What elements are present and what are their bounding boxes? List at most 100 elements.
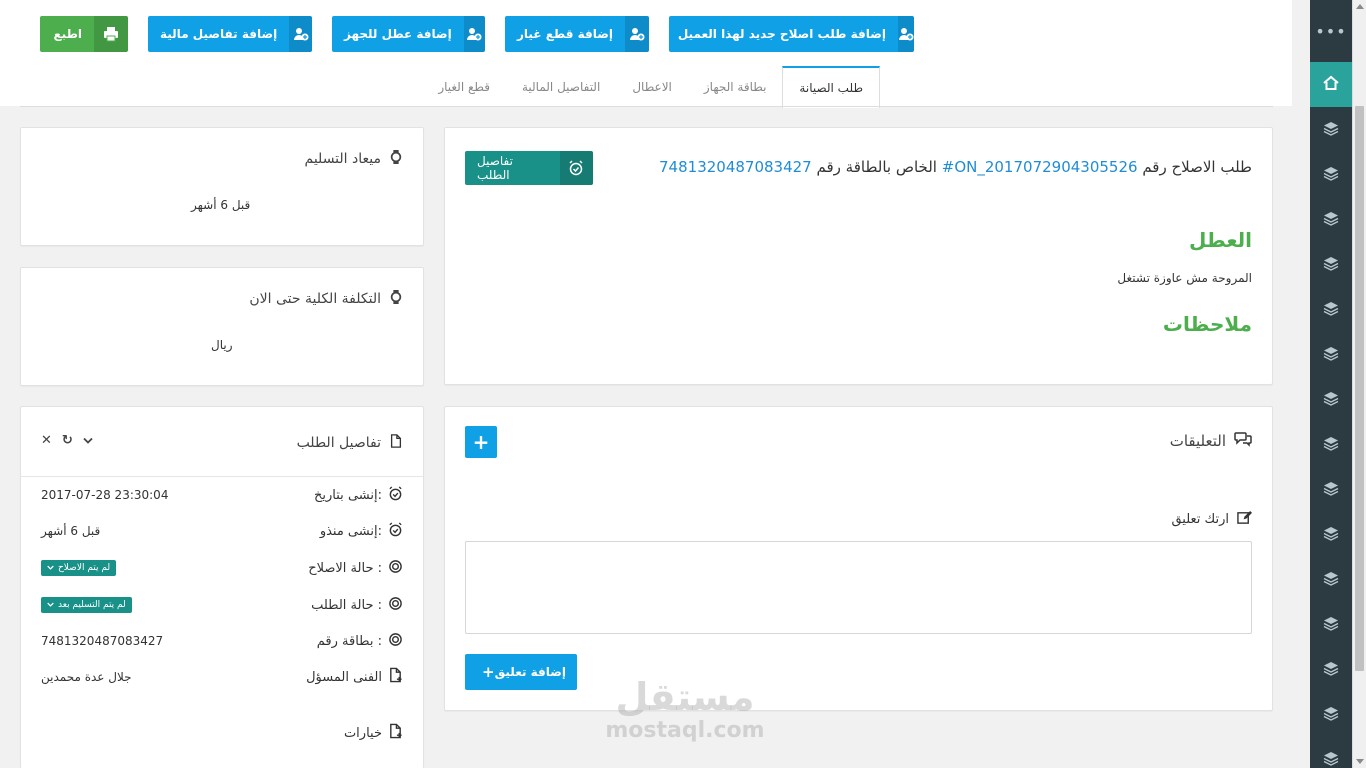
tab-divider bbox=[20, 106, 1273, 107]
tab-financial-details[interactable]: التفاصيل المالية bbox=[506, 66, 616, 107]
add-user-icon bbox=[898, 16, 914, 52]
comments-icon bbox=[1234, 431, 1252, 450]
options-label[interactable]: خيارات bbox=[344, 726, 382, 741]
tab-bar: طلب الصيانة بطاقة الجهاز الاعطال التفاصي… bbox=[422, 66, 880, 108]
sidebar-item-5[interactable] bbox=[1310, 287, 1352, 332]
add-financial-details-label: إضافة تفاصيل مالية bbox=[160, 27, 278, 41]
sidebar-item-15[interactable] bbox=[1310, 737, 1352, 768]
request-details-button[interactable]: تفاصيل الطلب bbox=[465, 151, 593, 185]
order-status-label: حالة الطلب : bbox=[311, 597, 382, 613]
delivery-header: ميعاد التسليم bbox=[305, 150, 403, 167]
request-number-link[interactable]: #ON_2017072904305526 bbox=[942, 158, 1138, 176]
repair-status-dropdown[interactable]: لم يتم الاصلاح bbox=[41, 560, 117, 576]
sidebar-item-2[interactable] bbox=[1310, 152, 1352, 197]
layers-icon bbox=[1323, 165, 1339, 184]
scroll-down-arrow[interactable] bbox=[1356, 759, 1364, 764]
sidebar-item-4[interactable] bbox=[1310, 242, 1352, 287]
add-comment-plus-button[interactable]: + bbox=[465, 426, 497, 458]
leave-comment-label: ارتك تعليق bbox=[1171, 511, 1229, 527]
created-date-label: إنشى بتاريخ: bbox=[314, 487, 382, 503]
add-user-icon bbox=[624, 16, 649, 52]
layers-icon bbox=[1323, 255, 1339, 274]
layers-icon bbox=[1323, 705, 1339, 724]
alarm-clock-icon bbox=[559, 151, 593, 185]
leave-comment-header: ارتك تعليق bbox=[1171, 510, 1252, 528]
chevron-down-icon[interactable] bbox=[83, 433, 93, 448]
total-cost-header: التكلفة الكلية حتى الان bbox=[249, 290, 403, 307]
layers-icon bbox=[1323, 300, 1339, 319]
scrollbar[interactable] bbox=[1352, 0, 1366, 768]
top-toolbar: إضافة طلب اصلاح جديد لهذا العميل إضافة ق… bbox=[0, 0, 1292, 108]
scroll-thumb[interactable] bbox=[1355, 106, 1364, 671]
layers-icon bbox=[1323, 435, 1339, 454]
sidebar-item-3[interactable] bbox=[1310, 197, 1352, 242]
file-plus-icon bbox=[388, 667, 403, 687]
document-icon bbox=[389, 433, 403, 452]
close-icon[interactable]: ✕ bbox=[41, 433, 52, 448]
card-number-value-link[interactable]: 7481320487083427 bbox=[41, 634, 163, 648]
add-device-fault-button[interactable]: إضافة عطل للجهز bbox=[332, 16, 485, 52]
layers-icon bbox=[1323, 120, 1339, 139]
detail-row-order-status: حالة الطلب : لم يتم التسليم بعد bbox=[41, 595, 403, 615]
order-details-panel: تفاصيل الطلب ✕ ↻ إنشى بتاريخ: 2017-07-28… bbox=[20, 406, 424, 768]
sidebar-item-home[interactable] bbox=[1310, 62, 1352, 107]
detail-row-options: خيارات bbox=[41, 723, 403, 743]
fault-text: المروحة مش عاوزة تشتغل bbox=[1117, 271, 1252, 285]
total-cost-title: التكلفة الكلية حتى الان bbox=[249, 290, 381, 307]
file-plus-icon bbox=[388, 723, 403, 743]
comments-header: التعليقات bbox=[1170, 431, 1252, 450]
watermark-latin: mostaql.com bbox=[605, 718, 765, 743]
sidebar-item-11[interactable] bbox=[1310, 557, 1352, 602]
add-financial-details-button[interactable]: إضافة تفاصيل مالية bbox=[148, 16, 312, 52]
order-details-header: تفاصيل الطلب bbox=[297, 433, 403, 452]
order-status-dropdown[interactable]: لم يتم التسليم بعد bbox=[41, 597, 132, 613]
sidebar-item-7[interactable] bbox=[1310, 377, 1352, 422]
tab-maintenance-request[interactable]: طلب الصيانة bbox=[782, 66, 880, 108]
detail-row-created-ago: إنشى منذو: قبل 6 أشهر bbox=[41, 521, 403, 541]
more-dots-icon[interactable]: ••• bbox=[1310, 0, 1352, 62]
sidebar-item-12[interactable] bbox=[1310, 602, 1352, 647]
card-number-link[interactable]: 7481320487083427 bbox=[659, 158, 812, 176]
detail-row-technician: الفنى المسؤل جلال عدة محمدين bbox=[41, 667, 403, 687]
layers-icon bbox=[1323, 345, 1339, 364]
header-divider bbox=[21, 476, 423, 477]
tab-faults[interactable]: الاعطال bbox=[616, 66, 688, 107]
order-details-title: تفاصيل الطلب bbox=[296, 434, 381, 451]
sidebar-item-1[interactable] bbox=[1310, 107, 1352, 152]
scroll-up-arrow[interactable] bbox=[1356, 4, 1364, 9]
print-button[interactable]: اطبع bbox=[40, 16, 128, 52]
sidebar-item-9[interactable] bbox=[1310, 467, 1352, 512]
target-icon bbox=[388, 559, 403, 578]
panel-controls: ✕ ↻ bbox=[41, 433, 93, 448]
add-spare-parts-label: إضافة قطع غيار bbox=[517, 27, 613, 41]
add-spare-parts-button[interactable]: إضافة قطع غيار bbox=[505, 16, 649, 52]
submit-comment-button[interactable]: + إضافة تعليق bbox=[465, 654, 577, 690]
request-title-prefix: طلب الاصلاح رقم bbox=[1142, 158, 1252, 176]
add-user-icon bbox=[463, 16, 485, 52]
add-user-icon bbox=[289, 16, 312, 52]
sidebar-item-6[interactable] bbox=[1310, 332, 1352, 377]
comment-textarea[interactable] bbox=[465, 541, 1252, 634]
plus-icon: + bbox=[482, 663, 495, 681]
request-details-label: تفاصيل الطلب bbox=[477, 154, 513, 182]
tab-spare-parts[interactable]: قطع الغيار bbox=[422, 66, 506, 107]
layers-icon bbox=[1323, 480, 1339, 499]
watch-icon bbox=[389, 290, 403, 307]
layers-icon bbox=[1323, 660, 1339, 679]
alarm-check-icon bbox=[388, 485, 403, 505]
delivery-value: قبل 6 أشهر bbox=[191, 198, 251, 212]
created-date-value: 2017-07-28 23:30:04 bbox=[41, 488, 169, 502]
created-ago-label: إنشى منذو: bbox=[319, 523, 382, 539]
sidebar-item-13[interactable] bbox=[1310, 647, 1352, 692]
sidebar-item-10[interactable] bbox=[1310, 512, 1352, 557]
comments-title: التعليقات bbox=[1169, 431, 1226, 450]
technician-value-link[interactable]: جلال عدة محمدين bbox=[41, 670, 132, 684]
technician-label: الفنى المسؤل bbox=[306, 669, 382, 685]
add-repair-request-button[interactable]: إضافة طلب اصلاح جديد لهذا العميل bbox=[669, 16, 914, 52]
refresh-icon[interactable]: ↻ bbox=[62, 433, 73, 448]
layers-icon bbox=[1323, 210, 1339, 229]
sidebar-item-8[interactable] bbox=[1310, 422, 1352, 467]
tab-device-card[interactable]: بطاقة الجهاز bbox=[688, 66, 783, 107]
notes-heading: ملاحظات bbox=[1162, 312, 1252, 336]
sidebar-item-14[interactable] bbox=[1310, 692, 1352, 737]
